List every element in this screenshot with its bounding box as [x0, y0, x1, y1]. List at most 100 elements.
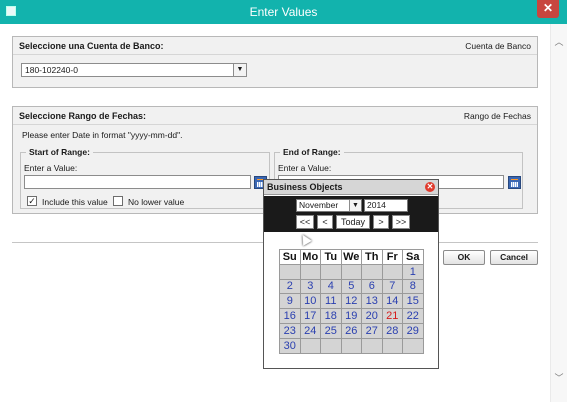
calendar-week-row: 16 17 18 19 20 21 22 [279, 308, 424, 324]
bank-account-value: 180-102240-0 [25, 65, 78, 75]
calendar-day[interactable]: 28 [381, 322, 403, 339]
calendar-day[interactable]: 26 [340, 322, 362, 339]
calendar-day[interactable]: 5 [340, 278, 362, 295]
calendar-day[interactable]: 30 [279, 337, 301, 354]
next-month-button[interactable]: > [373, 215, 389, 229]
weekday-header: Mo [299, 249, 321, 265]
weekday-header: Su [279, 249, 301, 265]
calendar-day[interactable]: 2 [279, 278, 301, 295]
calendar-popup-header: Business Objects ✕ [264, 180, 438, 195]
calendar-empty-cell [320, 337, 342, 354]
calendar-day[interactable]: 23 [279, 322, 301, 339]
month-value: November [299, 200, 339, 210]
prev-month-button[interactable]: < [317, 215, 333, 229]
calendar-close-icon[interactable]: ✕ [425, 182, 435, 192]
calendar-day[interactable]: 4 [320, 278, 342, 295]
start-value-label: Enter a Value: [24, 163, 78, 173]
bank-account-panel: Seleccione una Cuenta de Banco: Cuenta d… [12, 36, 538, 88]
start-range-legend: Start of Range: [26, 147, 93, 157]
chevron-down-icon[interactable]: ▼ [233, 64, 246, 76]
today-button[interactable]: Today [336, 215, 370, 229]
calendar-day[interactable]: 22 [402, 308, 424, 324]
calendar-day[interactable]: 27 [361, 322, 383, 339]
weekday-header: Fr [381, 249, 403, 265]
calendar-week-row: 23 24 25 26 27 28 29 [279, 322, 424, 339]
calendar-empty-cell [361, 337, 383, 354]
calendar-day[interactable]: 16 [279, 308, 301, 324]
window-close-button[interactable]: ✕ [537, 0, 559, 18]
calendar-day[interactable]: 21 [381, 308, 403, 324]
weekday-header: We [340, 249, 362, 265]
first-month-button[interactable]: << [296, 215, 314, 229]
calendar-day[interactable]: 15 [402, 293, 424, 310]
calendar-day[interactable]: 25 [320, 322, 342, 339]
window-title: Enter Values [249, 5, 318, 19]
date-format-instruction: Please enter Date in format "yyyy-mm-dd"… [22, 130, 183, 140]
weekday-header: Th [361, 249, 383, 265]
date-panel-hint: Rango de Fechas [463, 111, 531, 121]
end-calendar-icon[interactable] [508, 176, 521, 189]
calendar-popup-title: Business Objects [267, 182, 343, 192]
bank-panel-hint: Cuenta de Banco [465, 41, 531, 51]
weekday-header: Sa [402, 249, 424, 265]
calendar-week-row: 1 [279, 263, 424, 280]
month-select[interactable]: November ▼ [296, 199, 362, 212]
chevron-down-icon[interactable]: ▼ [349, 200, 361, 211]
calendar-day[interactable]: 11 [320, 293, 342, 310]
start-date-input[interactable] [24, 175, 251, 189]
calendar-popup: Business Objects ✕ November ▼ 2014 << < … [263, 179, 439, 369]
calendar-week-row: 30 [279, 337, 424, 354]
calendar-day[interactable]: 20 [361, 308, 383, 324]
calendar-empty-cell [320, 263, 342, 280]
include-value-checkbox[interactable]: ✓ [27, 196, 37, 206]
end-range-legend: End of Range: [280, 147, 344, 157]
calendar-day[interactable]: 19 [340, 308, 362, 324]
calendar-day[interactable]: 14 [381, 293, 403, 310]
calendar-day[interactable]: 18 [320, 308, 342, 324]
bank-panel-header: Seleccione una Cuenta de Banco: Cuenta d… [13, 37, 537, 55]
vertical-scrollbar[interactable]: ︿ ﹀ [550, 24, 567, 402]
date-panel-header: Seleccione Rango de Fechas: Rango de Fec… [13, 107, 537, 125]
calendar-day[interactable]: 17 [299, 308, 321, 324]
calendar-day[interactable]: 24 [299, 322, 321, 339]
calendar-week-row: 9 10 11 12 13 14 15 [279, 293, 424, 310]
calendar-empty-cell [299, 337, 321, 354]
last-month-button[interactable]: >> [392, 215, 410, 229]
calendar-grid: Su Mo Tu We Th Fr Sa 1 2 3 4 5 6 7 8 9 10 11 12 13 14 15 16 17… [279, 249, 424, 354]
no-lower-value-label: No lower value [128, 197, 185, 207]
calendar-week-row: 2345678 [279, 278, 424, 295]
calendar-empty-cell [381, 263, 403, 280]
scroll-up-icon[interactable]: ︿ [554, 38, 564, 47]
date-panel-title: Seleccione Rango de Fechas: [19, 111, 147, 121]
title-bar: Enter Values ✕ [0, 0, 567, 24]
calendar-day[interactable]: 13 [361, 293, 383, 310]
bank-account-select[interactable]: 180-102240-0 ▼ [21, 63, 247, 77]
calendar-empty-cell [340, 337, 362, 354]
calendar-day[interactable]: 7 [381, 278, 403, 295]
calendar-day[interactable]: 1 [402, 263, 424, 280]
end-value-label: Enter a Value: [278, 163, 332, 173]
scroll-down-icon[interactable]: ﹀ [554, 374, 564, 383]
year-input[interactable]: 2014 [364, 199, 408, 212]
calendar-day[interactable]: 12 [340, 293, 362, 310]
bank-panel-title: Seleccione una Cuenta de Banco: [19, 41, 164, 51]
include-value-label: Include this value [42, 197, 108, 207]
calendar-day[interactable]: 8 [402, 278, 424, 295]
calendar-empty-cell [381, 337, 403, 354]
calendar-empty-cell [340, 263, 362, 280]
weekday-header: Tu [320, 249, 342, 265]
calendar-empty-cell [361, 263, 383, 280]
calendar-day[interactable]: 29 [402, 322, 424, 339]
calendar-empty-cell [402, 337, 424, 354]
calendar-day[interactable]: 3 [299, 278, 321, 295]
ok-button[interactable]: OK [443, 250, 485, 265]
calendar-nav-bar: November ▼ 2014 << < Today > >> [264, 196, 438, 232]
calendar-day[interactable]: 6 [361, 278, 383, 295]
no-lower-value-checkbox[interactable] [113, 196, 123, 206]
calendar-day[interactable]: 10 [299, 293, 321, 310]
start-range-group: Start of Range: Enter a Value: ✓ Include… [20, 147, 270, 209]
cancel-button[interactable]: Cancel [490, 250, 538, 265]
calendar-day[interactable]: 9 [279, 293, 301, 310]
calendar-empty-cell [279, 263, 301, 280]
calendar-empty-cell [299, 263, 321, 280]
